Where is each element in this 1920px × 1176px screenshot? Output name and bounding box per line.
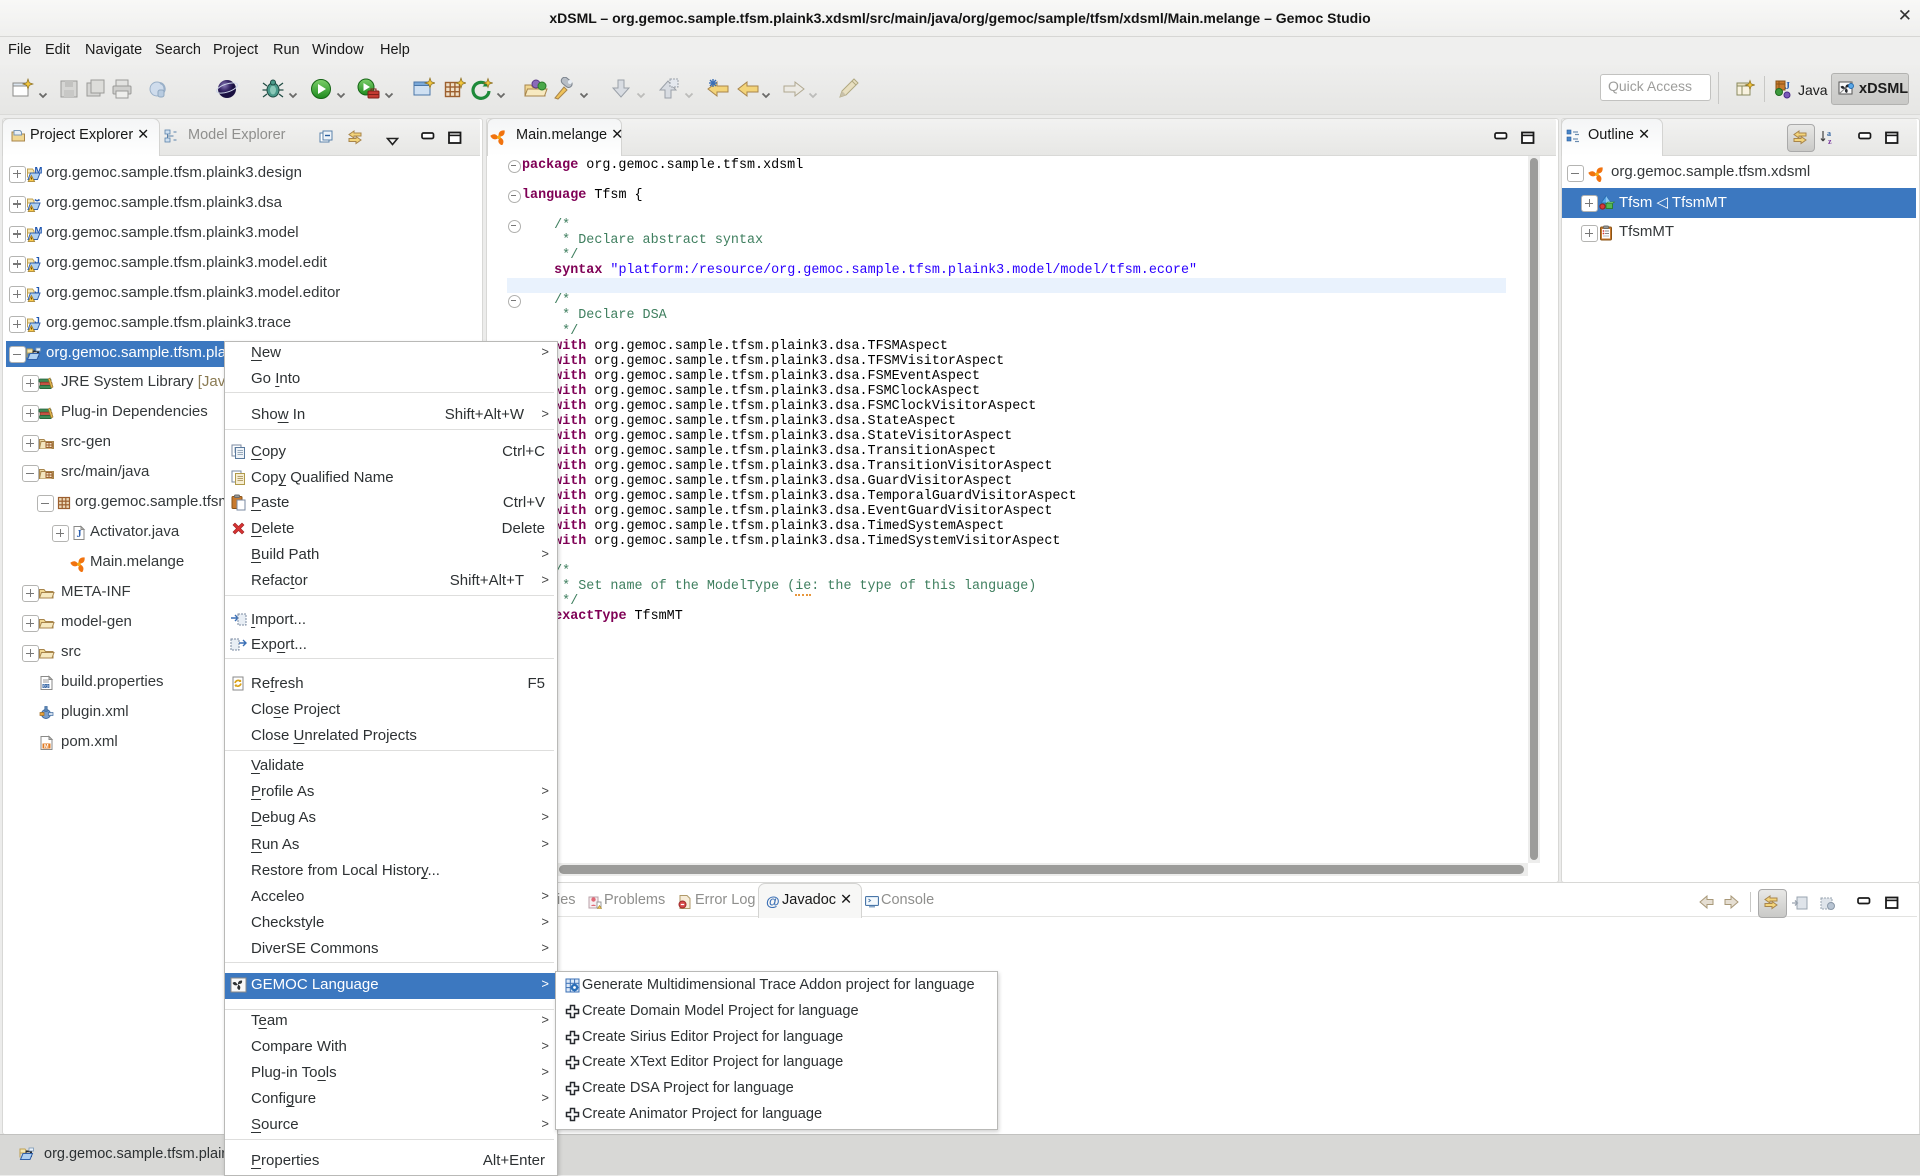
svg-text:J: J	[35, 286, 40, 297]
svg-text:M: M	[35, 226, 43, 237]
svg-text:J: J	[1785, 81, 1790, 92]
svg-text:M: M	[35, 166, 43, 177]
svg-text:J: J	[35, 256, 40, 267]
svg-text:M: M	[44, 744, 49, 750]
svg-text:J: J	[35, 316, 40, 327]
svg-text:J: J	[77, 529, 82, 540]
svg-text:z: z	[1828, 137, 1832, 145]
svg-text:010: 010	[43, 684, 51, 690]
